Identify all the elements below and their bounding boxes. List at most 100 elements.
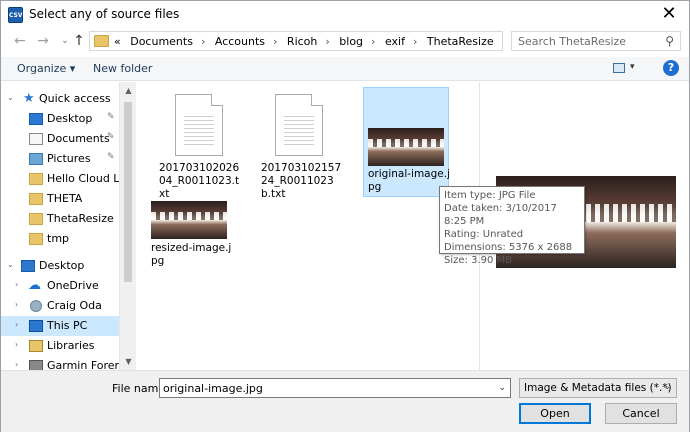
folder-icon: [29, 173, 43, 185]
title-bar: CSV Select any of source files ✕: [1, 1, 689, 29]
sidebar-item-label: tmp: [47, 232, 70, 245]
sidebar-item-documents[interactable]: Documents ✎: [1, 129, 119, 149]
scroll-thumb[interactable]: [124, 102, 132, 282]
breadcrumb-item-documents[interactable]: Documents: [130, 35, 193, 48]
desktop-icon: [21, 260, 35, 272]
tooltip-item-type: Item type: JPG File: [444, 190, 536, 201]
cancel-button[interactable]: Cancel: [605, 403, 677, 424]
view-options-icon[interactable]: [613, 63, 625, 73]
usb-drive-icon: [29, 360, 43, 370]
sidebar-item-label: Pictures: [47, 152, 91, 165]
sidebar-item-tmp[interactable]: tmp: [1, 229, 119, 249]
close-button[interactable]: ✕: [657, 3, 681, 25]
open-button[interactable]: Open: [519, 403, 591, 424]
breadcrumb-item-accounts[interactable]: Accounts: [215, 35, 265, 48]
file-type-select[interactable]: Image & Metadata files (*.*) ⌄: [519, 378, 677, 398]
sidebar-item-desktop-root[interactable]: ⌄ Desktop: [1, 256, 119, 276]
breadcrumb-overflow[interactable]: «: [114, 35, 121, 48]
sidebar-item-theta[interactable]: THETA: [1, 189, 119, 209]
tooltip-rating: Rating: Unrated: [444, 229, 524, 240]
sidebar-item-label: Desktop: [47, 112, 93, 125]
sidebar-item-this-pc[interactable]: › This PC: [1, 316, 119, 336]
sidebar-item-label: Libraries: [47, 339, 95, 352]
star-icon: ★: [23, 91, 35, 106]
expand-chevron-icon[interactable]: ›: [15, 340, 18, 349]
file-item-resized-image[interactable]: resized-image.jpg: [147, 196, 233, 267]
sidebar-item-label: This PC: [47, 319, 88, 332]
sidebar-item-label: Desktop: [39, 259, 85, 272]
folder-icon: [94, 35, 109, 47]
forward-arrow-icon[interactable]: →: [34, 32, 52, 50]
sidebar-item-label: Quick access: [39, 92, 111, 105]
command-toolbar: Organize ▾ New folder ▾ ?: [1, 57, 689, 81]
breadcrumb-item-ricoh[interactable]: Ricoh: [287, 35, 317, 48]
collapse-chevron-icon[interactable]: ⌄: [7, 260, 14, 269]
sidebar-item-thetaresize[interactable]: ThetaResize: [1, 209, 119, 229]
image-thumbnail: [368, 128, 444, 166]
sidebar-item-onedrive[interactable]: › ☁ OneDrive: [1, 276, 119, 296]
sidebar-item-label: Documents: [47, 132, 110, 145]
sidebar-item-craig-oda[interactable]: › Craig Oda: [1, 296, 119, 316]
expand-chevron-icon[interactable]: ›: [15, 320, 18, 329]
search-box[interactable]: ⚲: [511, 31, 681, 51]
sidebar-item-libraries[interactable]: › Libraries: [1, 336, 119, 356]
pin-icon: ✎: [107, 152, 115, 162]
sidebar-item-label: THETA: [47, 192, 83, 205]
file-info-tooltip: Item type: JPG File Date taken: 3/10/201…: [439, 186, 585, 266]
image-thumbnail: [151, 201, 227, 239]
breadcrumb-separator-icon: ›: [325, 35, 330, 48]
filename-dropdown-chevron-icon[interactable]: ⌄: [498, 383, 506, 393]
text-file-icon: [175, 94, 223, 156]
tooltip-date-taken: Date taken: 3/10/2017 8:25 PM: [444, 203, 557, 227]
navigation-row: ← → ⌄ ↑ « Documents › Accounts › Ricoh › bl…: [1, 29, 689, 53]
file-name: 20170310215724_R0011023b.txt: [261, 162, 342, 200]
address-bar[interactable]: « Documents › Accounts › Ricoh › blog › exif…: [89, 31, 592, 51]
help-icon[interactable]: ?: [663, 60, 679, 76]
breadcrumb-item-exif[interactable]: exif: [385, 35, 405, 48]
sidebar-item-label: Craig Oda: [47, 299, 102, 312]
folder-icon: [29, 233, 43, 245]
expand-chevron-icon[interactable]: ›: [15, 300, 18, 309]
sidebar-item-quick-access[interactable]: ⌄ ★ Quick access: [1, 89, 119, 109]
tooltip-size: Size: 3.90 MB: [444, 255, 513, 266]
up-arrow-icon[interactable]: ↑: [70, 32, 88, 50]
organize-button[interactable]: Organize ▾: [17, 62, 75, 75]
breadcrumb-separator-icon: ›: [412, 35, 418, 48]
collapse-chevron-icon[interactable]: ⌄: [7, 93, 14, 102]
file-name: resized-image.jpg: [151, 242, 232, 267]
expand-chevron-icon[interactable]: ›: [15, 280, 18, 289]
scroll-down-arrow-icon[interactable]: ▼: [120, 353, 137, 370]
back-arrow-icon[interactable]: ←: [11, 32, 29, 50]
breadcrumb-separator-icon: ›: [273, 35, 278, 48]
filename-input[interactable]: [160, 379, 490, 397]
new-folder-button[interactable]: New folder: [93, 62, 152, 75]
dialog-footer: File name: ⌄ Image & Metadata files (*.*…: [1, 370, 689, 432]
expand-chevron-icon[interactable]: ›: [15, 360, 18, 369]
file-type-chevron-icon: ⌄: [663, 382, 671, 392]
file-type-value: Image & Metadata files (*.*): [524, 382, 672, 394]
sidebar-item-garmin[interactable]: › Garmin Forerunn: [1, 356, 119, 370]
sidebar-item-label: Garmin Forerunn: [47, 359, 119, 370]
breadcrumb-item-thetaresize[interactable]: ThetaResize: [427, 35, 494, 48]
file-name: original-image.jpg: [368, 168, 450, 193]
filename-combobox[interactable]: ⌄: [159, 378, 511, 398]
view-options-chevron-icon[interactable]: ▾: [630, 62, 635, 72]
sidebar-item-label: Hello Cloud Lab: [47, 172, 119, 185]
file-item-original-image[interactable]: original-image.jpg: [363, 87, 450, 197]
sidebar-item-hello-cloud-lab[interactable]: Hello Cloud Lab: [1, 169, 119, 189]
navigation-scrollbar[interactable]: ▲ ▼: [119, 82, 136, 370]
pin-icon: ✎: [107, 132, 115, 142]
file-item-txt-1[interactable]: 20170310202604_R0011023.txt: [155, 88, 241, 200]
breadcrumb-item-blog[interactable]: blog: [339, 35, 363, 48]
search-icon: ⚲: [665, 34, 674, 48]
pictures-icon: [29, 153, 43, 165]
pin-icon: ✎: [107, 112, 115, 122]
folder-icon: [29, 193, 43, 205]
window-title: Select any of source files: [29, 7, 180, 21]
sidebar-item-desktop[interactable]: Desktop ✎: [1, 109, 119, 129]
search-input[interactable]: [512, 32, 652, 50]
sidebar-item-pictures[interactable]: Pictures ✎: [1, 149, 119, 169]
file-item-txt-2[interactable]: 20170310215724_R0011023b.txt: [257, 88, 343, 200]
cloud-icon: ☁: [28, 278, 41, 293]
scroll-up-arrow-icon[interactable]: ▲: [120, 82, 137, 99]
